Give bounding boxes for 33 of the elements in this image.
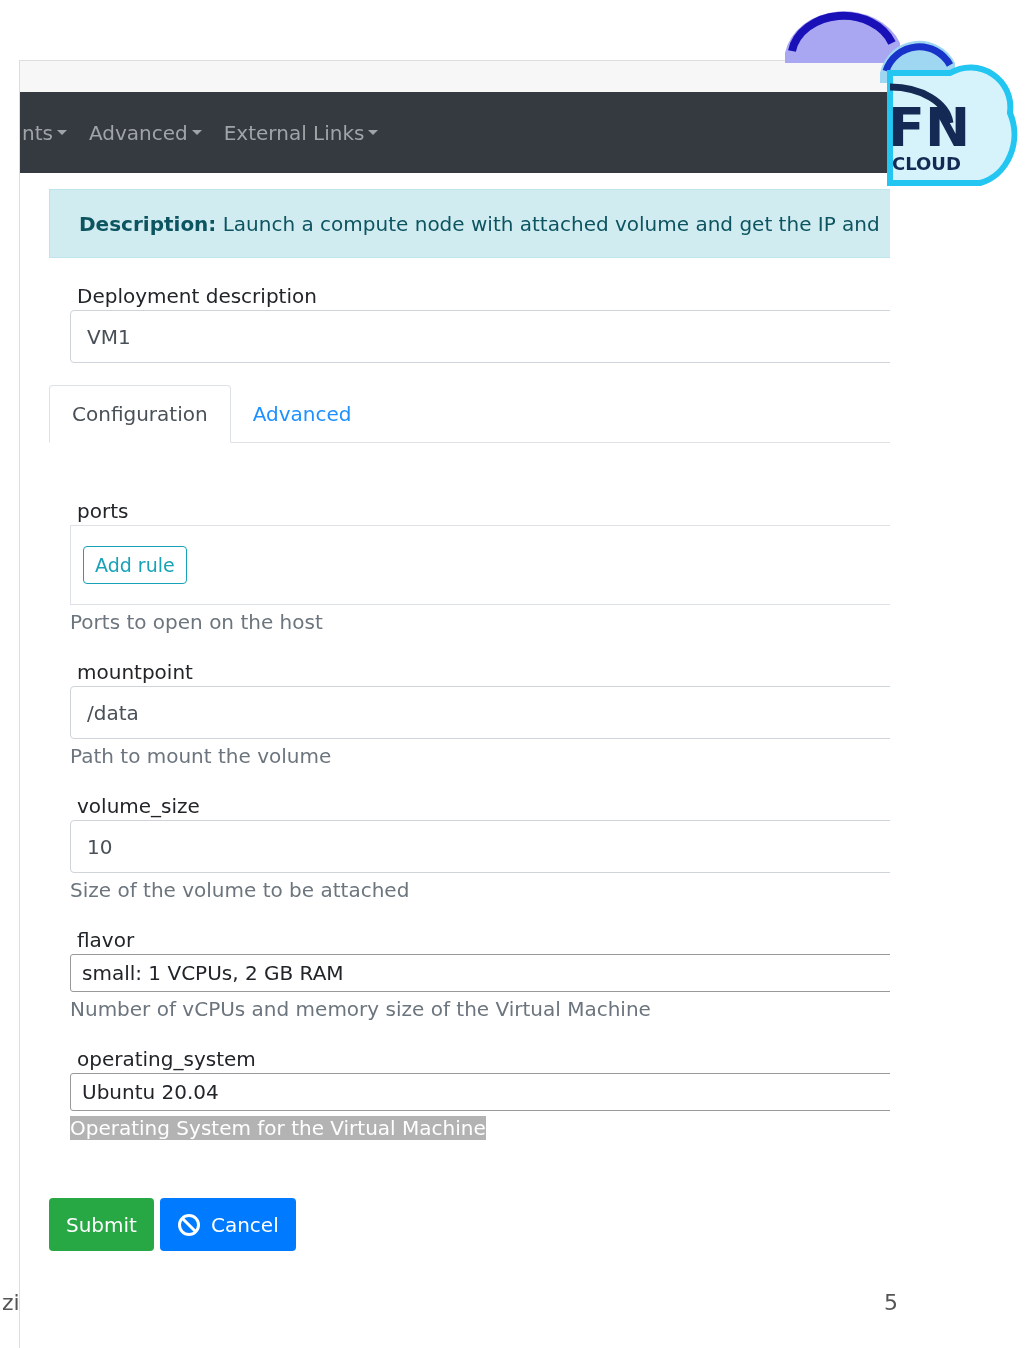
description-text: Description: Launch a compute node with attached volume and get the IP and [79,211,880,236]
help-text: Number of vCPUs and memory size of the Virtual Machine [70,997,651,1021]
help-text: Path to mount the volume [70,744,332,768]
field-label: ports [76,499,130,523]
field-label: flavor [76,928,136,952]
cancel-icon [176,1212,201,1237]
nav-dropdown[interactable]: External Links [223,120,379,145]
caret-icon [56,130,67,135]
cut-text: zi [2,1290,20,1315]
nav-dropdown[interactable]: nts [22,120,67,145]
tab[interactable]: Configuration [49,385,231,443]
caret-icon [368,130,379,135]
logo-text: FN [888,101,971,155]
help-text: Size of the volume to be attached [70,878,410,902]
cut-text: 5 [884,1290,898,1315]
text-field[interactable]: 10 [70,820,890,873]
help-text: Ports to open on the host [70,610,323,634]
field-label: volume_size [76,794,201,818]
caret-icon [191,130,202,135]
submit-button[interactable]: Submit [49,1198,154,1251]
field-label: Deployment description [76,284,318,308]
help-text: Operating System for the Virtual Machine [70,1116,486,1140]
select-field[interactable]: small: 1 VCPUs, 2 GB RAM [70,954,890,992]
deployment-description-field[interactable]: VM1 [70,310,890,363]
select-field[interactable]: Ubuntu 20.04 [70,1073,890,1111]
field-label: mountpoint [76,660,194,684]
text-field[interactable]: /data [70,686,890,739]
add-rule-button[interactable]: Add rule [83,546,187,584]
tab[interactable]: Advanced [230,385,374,443]
field-label: operating_system [76,1047,257,1071]
logo-subtext: CLOUD [892,155,961,173]
cancel-button[interactable]: Cancel [159,1198,296,1251]
nav-dropdown[interactable]: Advanced [88,120,202,145]
